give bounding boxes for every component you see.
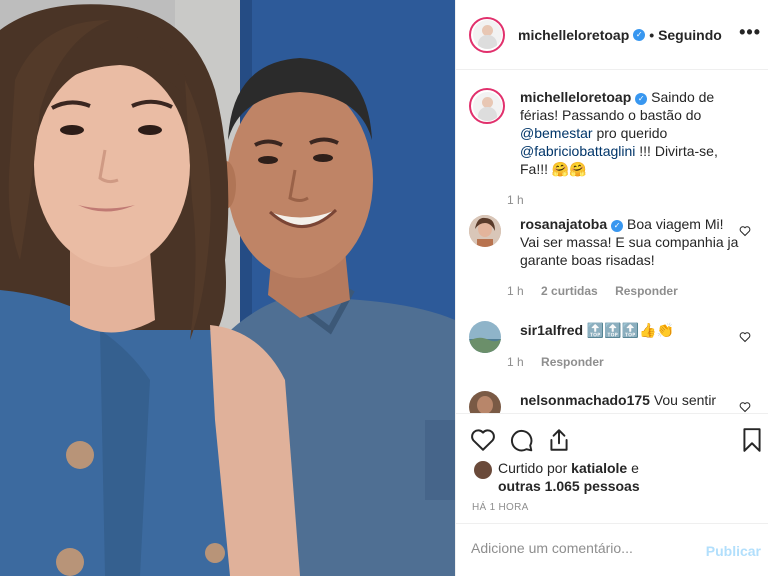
comment-meta: 1 h Responder [507,355,618,369]
like-comment-heart-icon[interactable] [739,331,751,343]
caption-text: michelleloretoap ✓ Saindo de férias! Pass… [520,88,740,178]
caption-avatar[interactable] [469,88,505,124]
share-icon[interactable] [546,427,572,453]
comment-likes[interactable]: 2 curtidas [541,284,598,298]
caption-avatar-image [472,91,502,121]
author-avatar[interactable] [469,16,505,53]
verified-badge-icon: ✓ [633,28,646,41]
commenter-avatar[interactable] [469,391,501,413]
commenter-avatar[interactable] [469,215,501,247]
post-timestamp[interactable]: HÁ 1 HORA [472,502,529,513]
mention-link[interactable]: @bemestar [520,125,593,141]
caption-username[interactable]: michelleloretoap [520,89,631,105]
other-likers-link[interactable]: outras 1.065 pessoas [498,478,640,494]
comments-list[interactable]: michelleloretoap ✓ Saindo de férias! Pass… [456,71,768,413]
comment-username[interactable]: nelsonmachado175 [520,392,650,408]
publish-button[interactable]: Publicar [706,543,761,559]
post-header: michelleloretoap ✓ • Seguindo ••• [456,0,768,70]
liked-by-prefix: Curtido por [498,460,572,476]
reply-button[interactable]: Responder [615,284,678,298]
more-options-icon[interactable]: ••• [739,22,761,43]
comment-username[interactable]: sir1alfred [520,322,583,338]
comment-time[interactable]: 1 h [507,355,524,369]
mention-link[interactable]: @fabriciobattaglini [520,143,635,159]
comment-username[interactable]: rosanajatoba [520,216,607,232]
caption-time[interactable]: 1 h [507,193,524,207]
comment-body: Vou sentir [649,392,717,408]
commenter-avatar-image [469,391,501,413]
verified-badge-icon: ✓ [611,220,624,232]
add-comment-bar: Publicar [456,523,768,576]
bookmark-icon[interactable] [739,427,765,453]
post-photo[interactable] [0,0,455,576]
post-side-panel: michelleloretoap ✓ • Seguindo ••• michel… [455,0,768,576]
comment-meta: 1 h 2 curtidas Responder [507,284,692,298]
commenter-avatar-image [469,215,501,247]
liked-by-conjunction: e [627,460,639,476]
comment-body: 🔝🔝🔝👍👏 [583,322,675,338]
reply-button[interactable]: Responder [541,355,604,369]
like-heart-icon[interactable] [470,427,496,453]
commenter-avatar-image [469,321,501,353]
liker-username[interactable]: katialole [571,460,627,476]
caption-text-part: pro querido [592,125,668,141]
author-avatar-image [472,20,502,49]
like-comment-heart-icon[interactable] [739,225,751,237]
author-username[interactable]: michelleloretoap [518,27,629,43]
like-comment-heart-icon[interactable] [739,401,751,413]
post-actions: Curtido por katialole e outras 1.065 pess… [456,413,768,523]
liker-avatar[interactable] [474,461,492,479]
following-button[interactable]: • Seguindo [649,27,722,43]
following-label: Seguindo [658,26,722,43]
caption-meta: 1 h [507,193,538,207]
verified-badge-icon: ✓ [635,93,648,105]
comment-text: rosanajatoba ✓ Boa viagem Mi! Vai ser mas… [520,215,740,269]
comment-text: nelsonmachado175 Vou sentir [520,391,740,409]
selfie-image [0,0,455,576]
comment-input[interactable] [471,540,691,556]
comment-text: sir1alfred 🔝🔝🔝👍👏 [520,321,740,339]
comment-time[interactable]: 1 h [507,284,524,298]
commenter-avatar[interactable] [469,321,501,353]
comment-bubble-icon[interactable] [508,427,534,453]
liked-by-summary: Curtido por katialole e outras 1.065 pess… [498,459,640,495]
